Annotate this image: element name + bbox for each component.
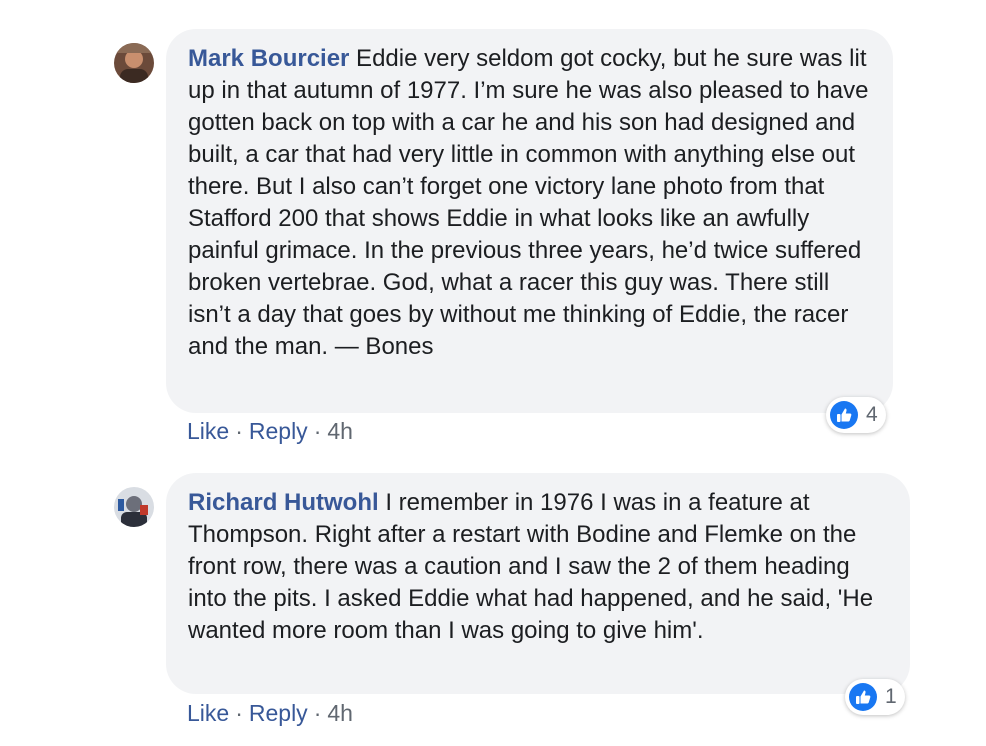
comment-author[interactable]: Richard Hutwohl (188, 489, 379, 516)
like-icon (849, 683, 877, 711)
comment-bubble: Richard Hutwohl I remember in 1976 I was… (166, 473, 910, 694)
reaction-count: 1 (885, 685, 897, 708)
separator: · (235, 700, 243, 726)
like-link[interactable]: Like (187, 700, 229, 726)
avatar[interactable] (114, 487, 154, 527)
comment-2: Richard Hutwohl I remember in 1976 I was… (0, 0, 986, 746)
reaction-summary[interactable]: 1 (845, 679, 905, 715)
timestamp[interactable]: 4h (327, 700, 353, 726)
comment-actions: Like · Reply · 4h (187, 699, 353, 727)
reply-link[interactable]: Reply (249, 700, 308, 726)
separator: · (313, 700, 322, 726)
